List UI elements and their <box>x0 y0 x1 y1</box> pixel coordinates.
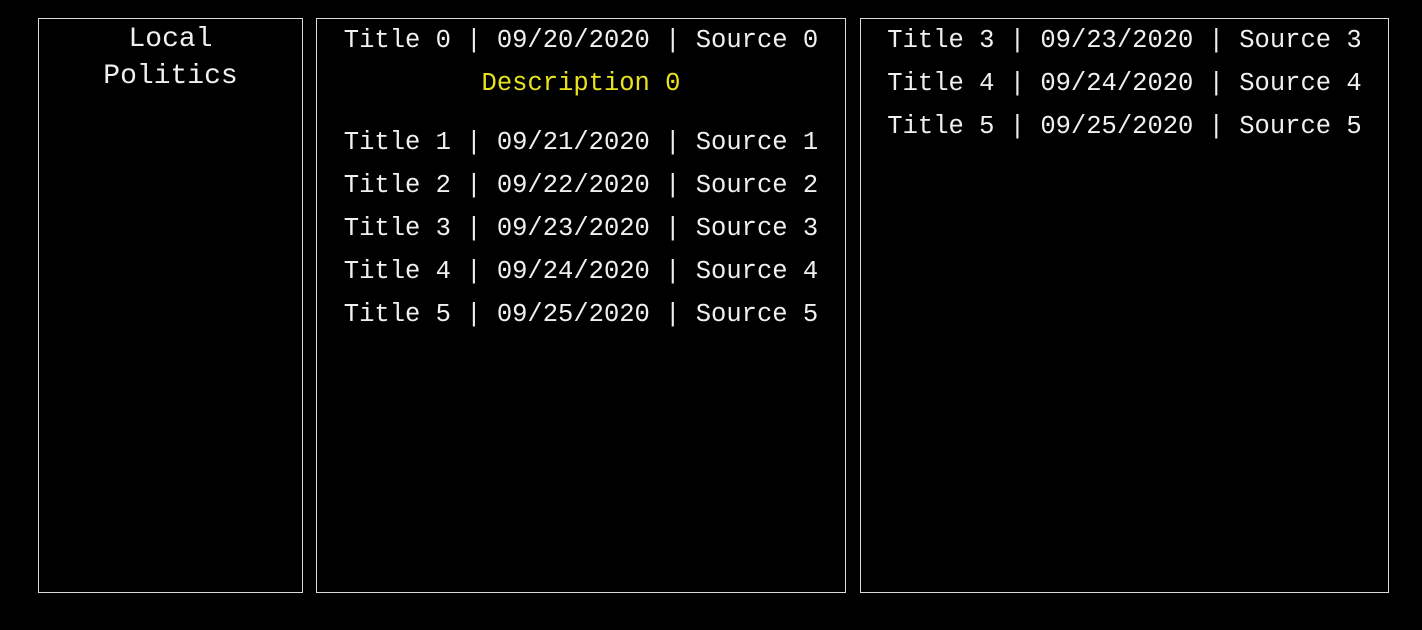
feed-panel: Title 0 | 09/20/2020 | Source 0 Descript… <box>316 18 846 593</box>
feed-item[interactable]: Title 0 | 09/20/2020 | Source 0 <box>327 19 835 62</box>
category-panel: Local Politics <box>38 18 303 593</box>
secondary-item[interactable]: Title 4 | 09/24/2020 | Source 4 <box>871 62 1378 105</box>
feed-item[interactable]: Title 1 | 09/21/2020 | Source 1 <box>327 121 835 164</box>
category-title-line2: Politics <box>103 61 238 92</box>
feed-item[interactable]: Title 3 | 09/23/2020 | Source 3 <box>327 207 835 250</box>
secondary-item[interactable]: Title 3 | 09/23/2020 | Source 3 <box>871 19 1378 62</box>
feed-item[interactable]: Title 4 | 09/24/2020 | Source 4 <box>327 250 835 293</box>
feed-item[interactable]: Title 5 | 09/25/2020 | Source 5 <box>327 293 835 336</box>
feed-item-description: Description 0 <box>481 69 681 98</box>
feed-item[interactable]: Title 2 | 09/22/2020 | Source 2 <box>327 164 835 207</box>
feed-list: Title 0 | 09/20/2020 | Source 0 Descript… <box>317 19 845 336</box>
secondary-item[interactable]: Title 5 | 09/25/2020 | Source 5 <box>871 105 1378 148</box>
secondary-panel: Title 3 | 09/23/2020 | Source 3 Title 4 … <box>860 18 1389 593</box>
category-title[interactable]: Local Politics <box>39 19 302 95</box>
secondary-list: Title 3 | 09/23/2020 | Source 3 Title 4 … <box>861 19 1388 148</box>
category-title-line1: Local <box>128 24 213 55</box>
